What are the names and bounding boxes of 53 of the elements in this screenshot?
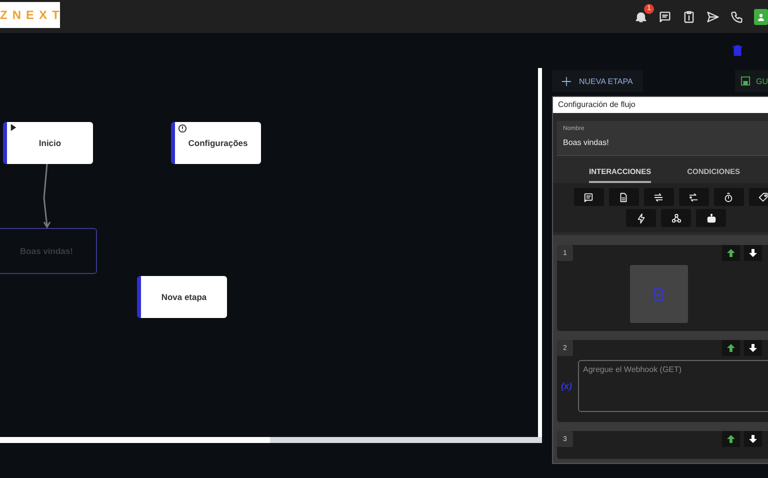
plus-icon [562,76,571,86]
chat-icon [583,192,594,202]
send-icon [706,10,720,24]
logo: ZNEXT [0,2,60,28]
shuffle-icon [653,192,664,202]
timer-icon [723,192,734,202]
arrow-down-icon [749,249,757,257]
new-step-button[interactable]: NUEVA ETAPA [552,70,643,92]
tag-icon [758,192,768,202]
clipboard-icon [682,10,696,24]
move-up-button[interactable] [722,245,740,261]
horizontal-scrollbar[interactable] [0,437,542,443]
bell-icon [634,10,648,24]
variable-label: (x) [561,381,572,391]
arrow-down-icon [749,435,757,443]
flow-node[interactable]: Configurações [171,122,261,164]
shuffle-button[interactable] [644,188,674,206]
node-label: Configurações [188,138,248,148]
phone-icon [730,10,744,24]
avatar-icon[interactable] [754,8,768,24]
arrow-down-icon [749,344,757,352]
document-icon [618,192,629,202]
flow-node[interactable]: Inicio [3,122,93,164]
bolt-button[interactable] [626,209,656,227]
move-down-button[interactable] [744,340,762,356]
node-label: Nova etapa [161,292,207,302]
trash-icon [731,44,744,57]
info-icon [178,124,187,133]
bolt-icon [636,212,646,224]
move-down-button[interactable] [744,245,762,261]
arrow-up-icon [727,249,735,257]
swap-icon [688,192,699,202]
webhook-button[interactable] [661,209,691,227]
move-up-button[interactable] [722,431,740,447]
move-down-button[interactable] [744,431,762,447]
arrow-up-icon [727,344,735,352]
webhook-icon [670,212,682,224]
chat-button[interactable] [574,188,604,206]
timer-button[interactable] [714,188,744,206]
chat-icon [658,10,672,24]
robot-button[interactable] [696,209,726,227]
node-label: Inicio [38,138,62,148]
move-up-button[interactable] [722,340,740,356]
robot-icon [706,212,716,224]
save-icon [741,76,750,86]
play-icon [10,124,17,131]
arrow-up-icon [727,435,735,443]
flow-node[interactable]: Nova etapa [137,276,227,318]
document-button[interactable] [608,188,638,206]
panel-title: Configuración de flujo [553,97,768,113]
swap-button[interactable] [678,188,708,206]
save-button[interactable]: GU [735,70,768,92]
webhook-input[interactable]: Agregue el Webhook (GET) [578,360,768,412]
